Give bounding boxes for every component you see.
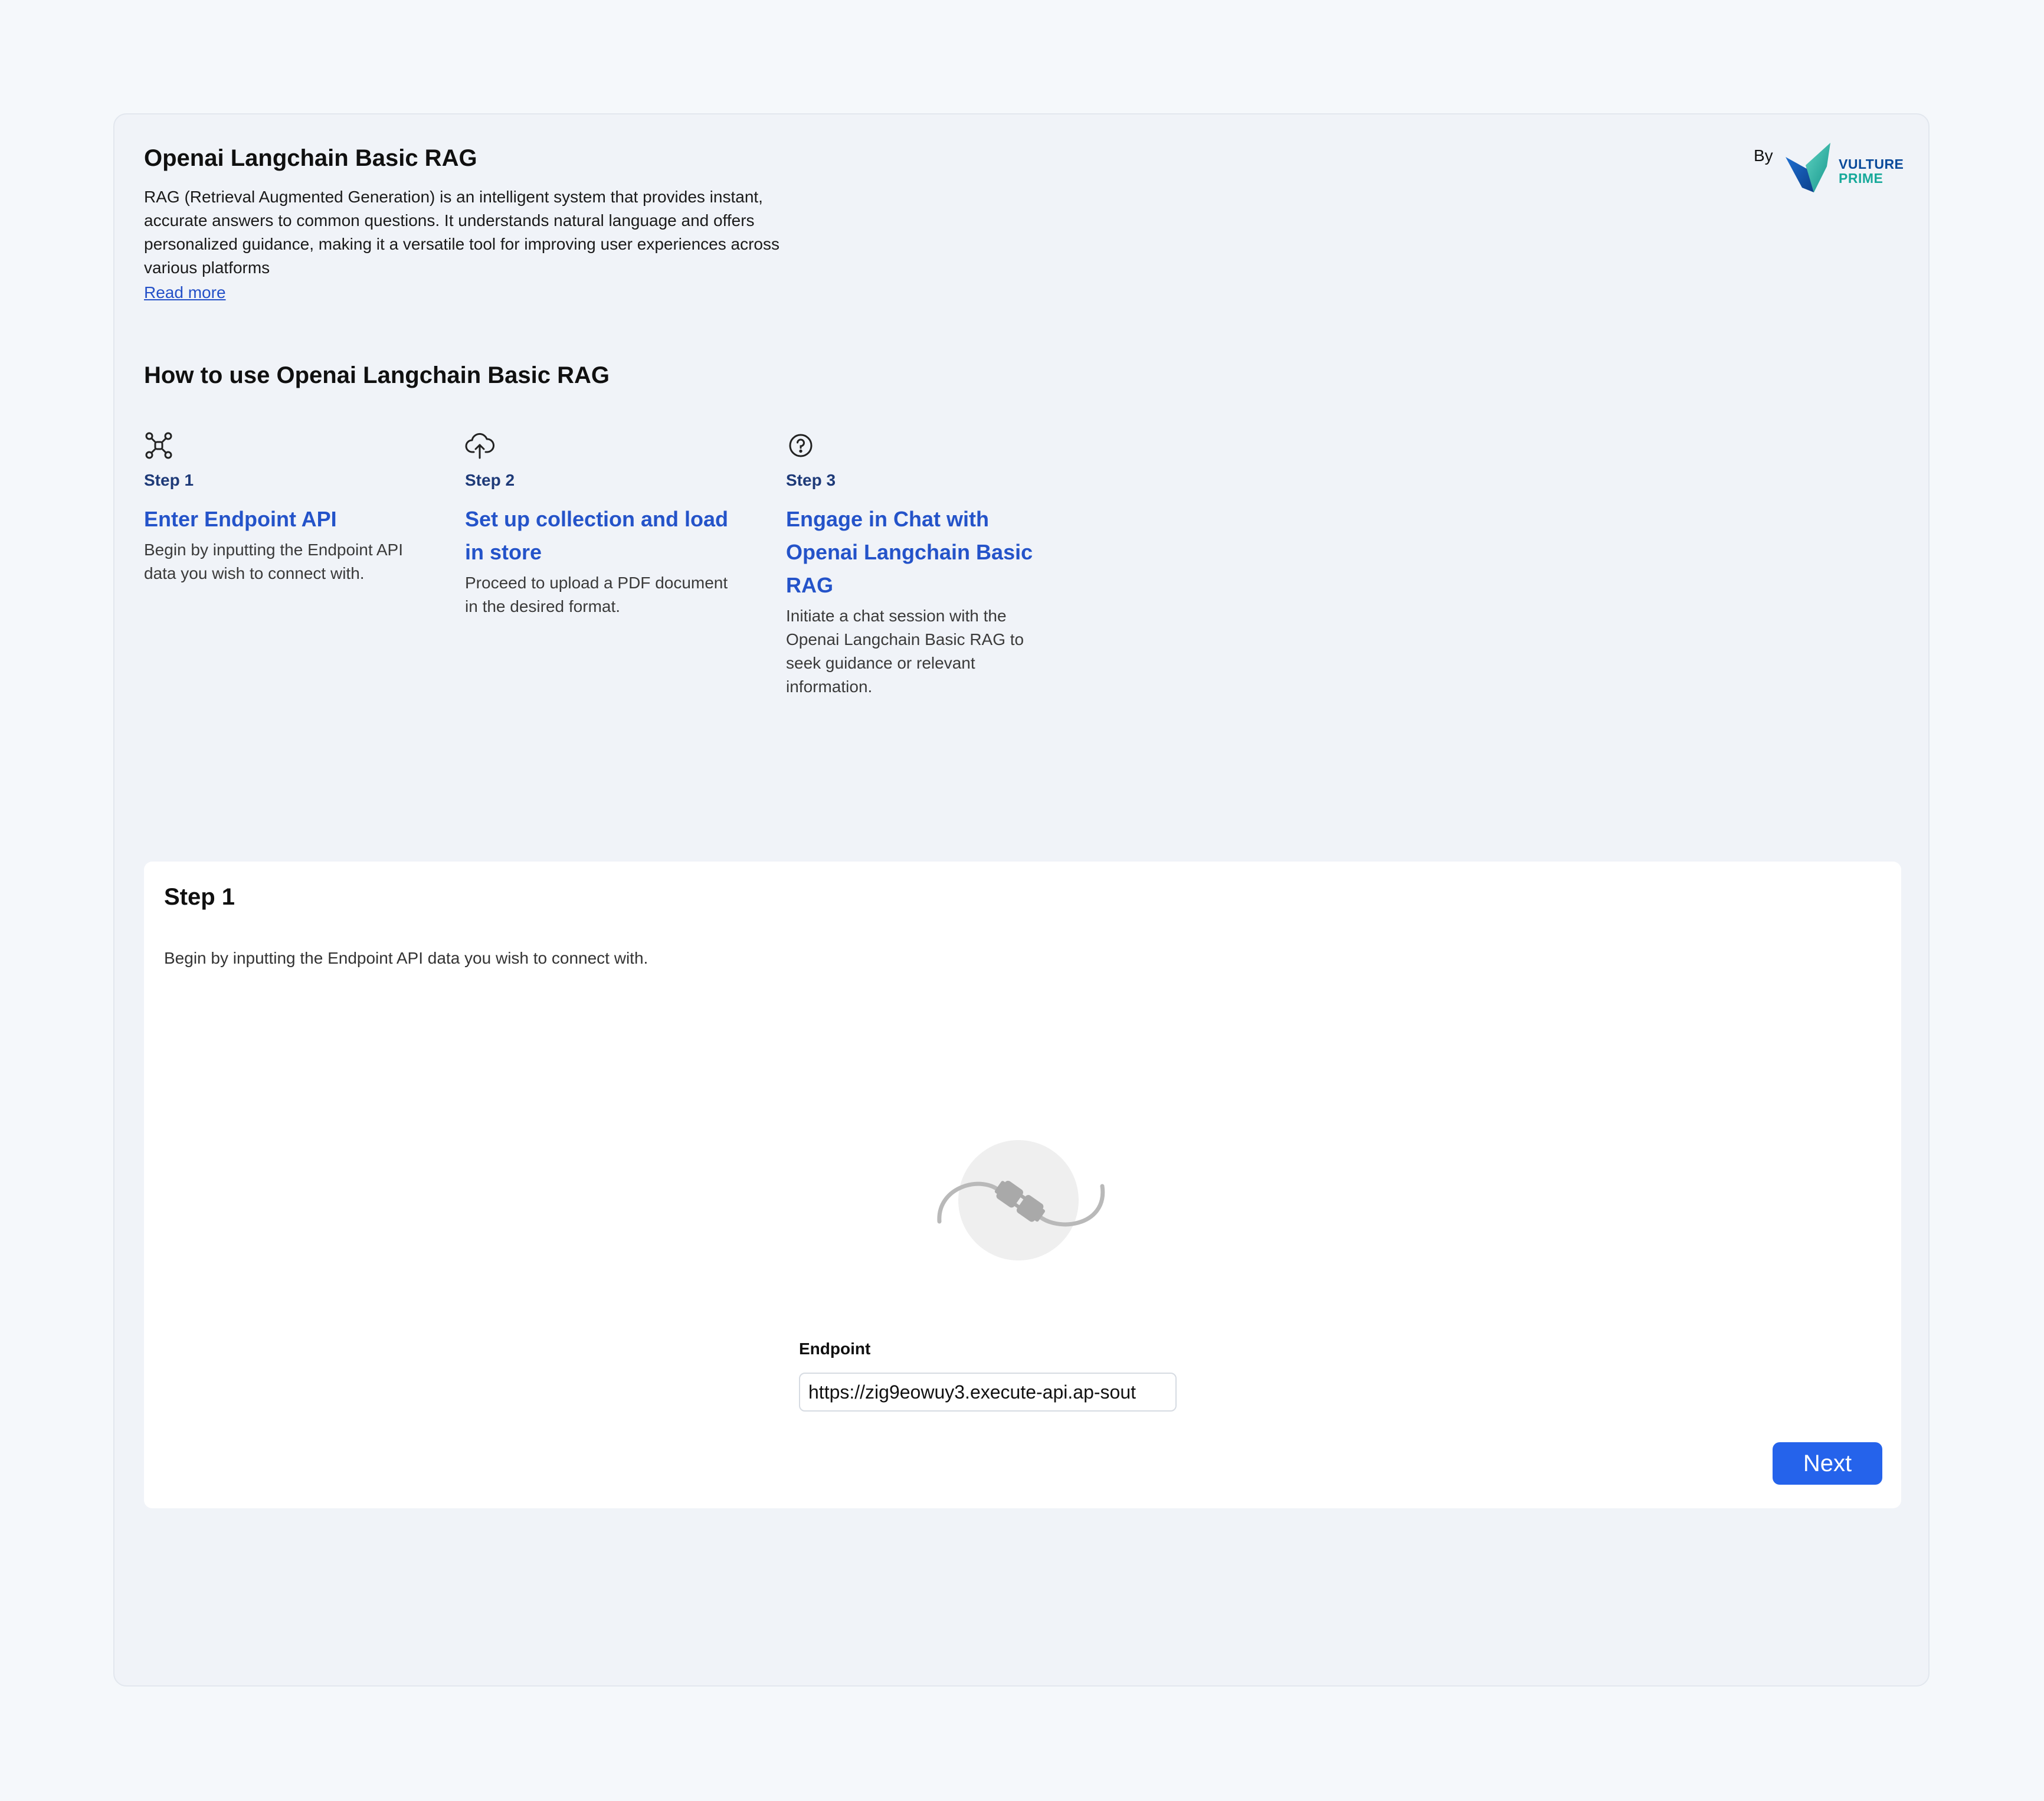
network-icon (145, 432, 172, 459)
cloud-upload-icon (465, 433, 494, 459)
endpoint-input[interactable] (799, 1373, 1177, 1412)
by-label: By (1754, 146, 1773, 165)
page-title: Openai Langchain Basic RAG (144, 145, 477, 171)
step-title: Enter Endpoint API (144, 507, 337, 531)
app-description: RAG (Retrieval Augmented Generation) is … (144, 188, 779, 277)
step-description: Proceed to upload a PDF document in the … (465, 574, 728, 615)
current-step-title: Step 1 (164, 884, 235, 910)
step-card-3: Step 3 Engage in Chat with Openai Langch… (786, 431, 1052, 699)
step-description: Begin by inputting the Endpoint API data… (144, 541, 403, 582)
howto-title: How to use Openai Langchain Basic RAG (144, 362, 610, 388)
step-title: Engage in Chat with Openai Langchain Bas… (786, 507, 1033, 597)
next-button[interactable]: Next (1773, 1442, 1882, 1485)
step-card-2: Step 2 Set up collection and load in sto… (465, 431, 731, 618)
step-title: Set up collection and load in store (465, 507, 729, 564)
step-description: Initiate a chat session with the Openai … (786, 607, 1024, 696)
step-number: Step 1 (144, 471, 194, 489)
step-number: Step 2 (465, 471, 515, 489)
brand-line-1: VULTURE (1839, 156, 1904, 172)
endpoint-label: Endpoint (799, 1340, 871, 1358)
current-step-description: Begin by inputting the Endpoint API data… (164, 949, 648, 967)
brand-line-2: PRIME (1839, 171, 1884, 186)
brand-name: VULTURE PRIME (1839, 157, 1904, 185)
current-step-panel: Step 1 Begin by inputting the Endpoint A… (144, 862, 1901, 1508)
rag-app-card: Openai Langchain Basic RAG RAG (Retrieva… (113, 113, 1930, 1687)
step-card-1: Step 1 Enter Endpoint API Begin by input… (144, 431, 410, 585)
plug-icon (937, 1140, 1105, 1260)
read-more-link[interactable]: Read more (144, 281, 226, 304)
question-circle-icon (789, 434, 813, 457)
step-number: Step 3 (786, 471, 836, 489)
